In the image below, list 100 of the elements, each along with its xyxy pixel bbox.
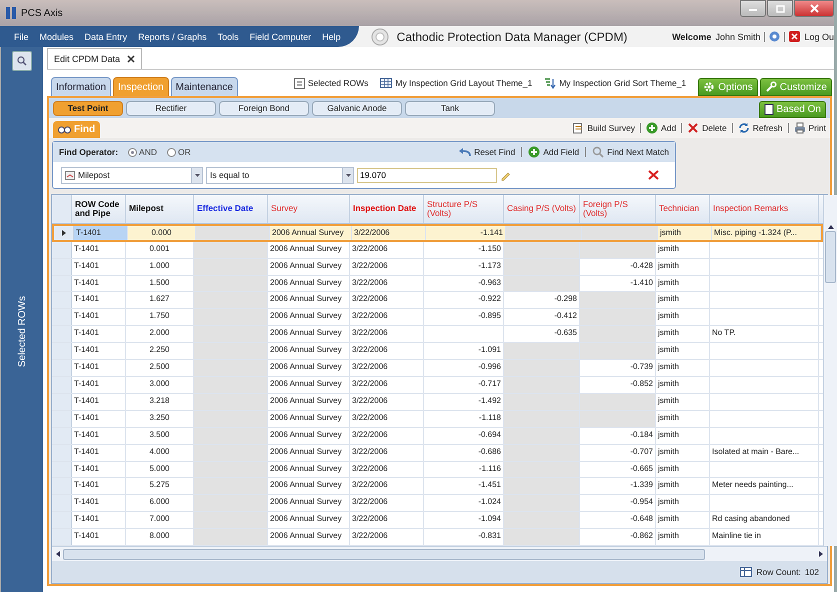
table-row[interactable]: T-1401 5.000 2006 Annual Survey 3/22/2006 -1.116 -0.665 jsmith <box>52 462 823 478</box>
table-cell: 3/22/2006 <box>350 410 424 427</box>
welcome-label: Welcome <box>672 32 712 42</box>
subtab[interactable]: Foreign Bond <box>219 100 309 116</box>
table-cell: T-1401 <box>72 462 126 478</box>
subtab[interactable]: Tank <box>405 100 495 116</box>
table-cell: 3/22/2006 <box>350 462 424 478</box>
toolbar-button[interactable]: Build Survey <box>572 122 636 134</box>
table-cell: -0.852 <box>580 377 656 393</box>
table-cell: jsmith <box>656 394 710 410</box>
table-cell: T-1401 <box>74 226 128 240</box>
toolbar-button[interactable]: Delete <box>687 122 727 134</box>
column-header[interactable]: ROW Code and Pipe <box>72 195 126 223</box>
toolbar-button[interactable]: Refresh <box>738 122 783 134</box>
table-cell: -0.862 <box>580 529 656 546</box>
minimize-button[interactable] <box>740 0 766 17</box>
tab[interactable]: Information <box>51 77 112 96</box>
table-row[interactable]: T-1401 3.000 2006 Annual Survey 3/22/2006 -0.717 -0.852 jsmith <box>52 377 823 394</box>
column-header[interactable]: Foreign P/S (Volts) <box>580 195 656 223</box>
table-cell: 2006 Annual Survey <box>268 529 350 546</box>
table-cell: Meter needs painting... <box>710 478 819 494</box>
back-arrow-icon <box>458 146 472 158</box>
table-row[interactable]: T-1401 3.250 2006 Annual Survey 3/22/2006 -1.118 jsmith <box>52 410 823 428</box>
table-cell: 2006 Annual Survey <box>268 326 350 342</box>
sidebar-label[interactable]: Selected ROWs <box>16 296 28 368</box>
value-field[interactable]: 19.070 <box>357 168 497 182</box>
subtab[interactable]: Rectifier <box>126 100 216 116</box>
menu-item[interactable]: Data Entry <box>84 32 128 42</box>
close-icon[interactable] <box>789 31 800 42</box>
menu-item[interactable]: Help <box>322 32 341 42</box>
menu-item[interactable]: Tools <box>218 32 239 42</box>
maximize-button[interactable] <box>767 0 793 17</box>
theme-link[interactable]: My Inspection Grid Sort Theme_1 <box>544 78 686 88</box>
table-row[interactable]: T-1401 3.500 2006 Annual Survey 3/22/2006 -0.694 -0.184 jsmith <box>52 428 823 445</box>
tab[interactable]: Maintenance <box>170 77 238 96</box>
table-cell: 3/22/2006 <box>350 258 424 275</box>
column-header[interactable]: Milepost <box>126 195 194 223</box>
help-icon[interactable] <box>769 31 780 42</box>
document-tab[interactable]: Edit CPDM Data <box>47 48 142 69</box>
find-action-button[interactable]: Find Next Match <box>592 146 669 158</box>
close-icon[interactable] <box>127 55 136 63</box>
menu-item[interactable]: Modules <box>40 32 74 42</box>
theme-link[interactable]: My Inspection Grid Layout Theme_1 <box>380 78 532 88</box>
menu-item[interactable]: Reports / Graphs <box>138 32 207 42</box>
table-row[interactable]: T-1401 0.000 2006 Annual Survey 3/22/2006 -1.141 jsmith Misc. piping -1.324 (P... <box>52 224 823 242</box>
condition-dropdown[interactable]: Is equal to <box>206 166 354 184</box>
subtab[interactable]: Galvanic Anode <box>312 100 402 116</box>
field-dropdown[interactable]: Milepost <box>61 166 203 184</box>
toolbar-button[interactable]: Add <box>646 122 676 134</box>
table-row[interactable]: T-1401 0.001 2006 Annual Survey 3/22/2006 -1.150 jsmith <box>52 242 823 259</box>
row-selector[interactable] <box>54 226 74 240</box>
column-header[interactable]: Survey <box>268 195 350 223</box>
table-row[interactable]: T-1401 5.275 2006 Annual Survey 3/22/2006 -1.451 -1.339 jsmith Meter needs painting... <box>52 478 823 496</box>
logout-link[interactable]: Log Ou <box>804 32 834 42</box>
table-cell: 2006 Annual Survey <box>268 462 350 478</box>
subtab[interactable]: Test Point <box>53 100 123 116</box>
table-row[interactable]: T-1401 4.000 2006 Annual Survey 3/22/2006 -0.686 -0.707 jsmith Isolated at main - Bare... <box>52 444 823 462</box>
grid-icon <box>380 78 392 88</box>
table-row[interactable]: T-1401 3.218 2006 Annual Survey 3/22/2006 -1.492 jsmith <box>52 394 823 411</box>
find-action-button[interactable]: Reset Find <box>458 146 516 158</box>
table-row[interactable]: T-1401 2.500 2006 Annual Survey 3/22/2006 -0.996 -0.739 jsmith <box>52 360 823 377</box>
vertical-scrollbar[interactable] <box>823 195 837 546</box>
table-row[interactable]: T-1401 6.000 2006 Annual Survey 3/22/2006 -1.024 -0.954 jsmith <box>52 495 823 512</box>
scroll-right-icon[interactable] <box>819 551 823 557</box>
horizontal-scrollbar[interactable] <box>52 546 827 561</box>
table-cell: jsmith <box>656 410 710 427</box>
find-action-button[interactable]: Add Field <box>528 146 580 158</box>
table-row[interactable]: T-1401 1.500 2006 Annual Survey 3/22/2006 -0.963 -1.410 jsmith <box>52 276 823 292</box>
column-header[interactable]: Structure P/S (Volts) <box>424 195 504 223</box>
scroll-thumb[interactable] <box>63 548 705 560</box>
operator-radio[interactable]: OR <box>166 147 191 157</box>
table-row[interactable]: T-1401 1.000 2006 Annual Survey 3/22/2006 -1.173 -0.428 jsmith <box>52 258 823 276</box>
table-cell: T-1401 <box>72 444 126 461</box>
table-row[interactable]: T-1401 2.250 2006 Annual Survey 3/22/2006 -1.091 jsmith <box>52 343 823 360</box>
clear-icon[interactable] <box>648 170 659 180</box>
scroll-thumb[interactable] <box>825 231 836 283</box>
operator-radio[interactable]: AND <box>128 147 157 157</box>
column-header[interactable]: Technician <box>656 195 710 223</box>
table-cell: T-1401 <box>72 410 126 427</box>
menu-item[interactable]: File <box>14 32 29 42</box>
theme-link[interactable]: Selected ROWs <box>294 78 368 88</box>
table-cell: 3/22/2006 <box>350 394 424 410</box>
wrench-icon <box>764 81 777 93</box>
table-row[interactable]: T-1401 1.627 2006 Annual Survey 3/22/2006 -0.922 -0.298 jsmith <box>52 292 823 310</box>
column-header[interactable]: Casing P/S (Volts) <box>504 195 580 223</box>
table-cell: jsmith <box>656 360 710 376</box>
table-row[interactable]: T-1401 1.750 2006 Annual Survey 3/22/2006 -0.895 -0.412 jsmith <box>52 309 823 326</box>
column-header[interactable]: Inspection Date <box>350 195 424 223</box>
close-button[interactable] <box>794 0 834 17</box>
menu-item[interactable]: Field Computer <box>250 32 312 42</box>
scroll-up-icon[interactable] <box>828 225 834 229</box>
search-button[interactable] <box>12 51 32 71</box>
column-header[interactable]: Inspection Remarks <box>710 195 819 223</box>
table-row[interactable]: T-1401 7.000 2006 Annual Survey 3/22/2006 -1.094 -0.648 jsmith Rd casing abandoned <box>52 512 823 530</box>
table-cell: 3/22/2006 <box>350 444 424 461</box>
table-cell: -1.339 <box>580 478 656 494</box>
scroll-left-icon[interactable] <box>56 551 60 557</box>
table-row[interactable]: T-1401 2.000 2006 Annual Survey 3/22/2006 -0.635 jsmith No TP. <box>52 326 823 344</box>
column-header[interactable]: Effective Date <box>194 195 268 223</box>
toolbar-button[interactable]: Print <box>794 122 826 134</box>
